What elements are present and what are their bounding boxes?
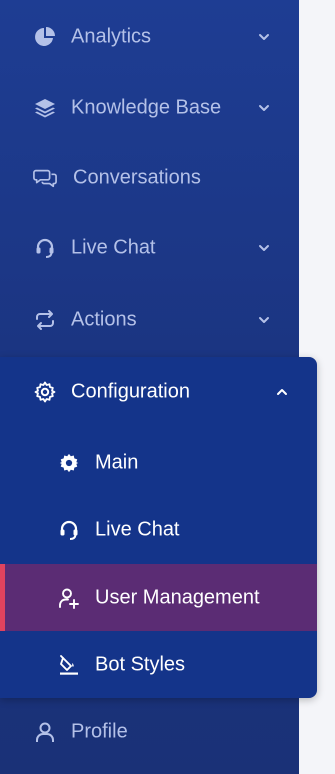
sidebar-item-actions[interactable]: Actions (0, 290, 299, 350)
submenu-item-live-chat[interactable]: Live Chat (0, 496, 317, 563)
headset-icon (33, 236, 57, 260)
chat-bubbles-icon (33, 166, 57, 190)
chevron-down-icon[interactable] (256, 312, 272, 328)
sidebar-item-label: Knowledge Base (71, 96, 222, 119)
submenu-item-user-management[interactable]: User Management (0, 564, 317, 631)
submenu-item-main[interactable]: Main (0, 429, 317, 496)
pie-chart-icon (33, 25, 57, 49)
chevron-down-icon[interactable] (256, 100, 272, 116)
sidebar-item-label: Live Chat (71, 236, 156, 259)
gear-icon (34, 381, 56, 403)
submenu-item-bot-styles[interactable]: Bot Styles (0, 631, 317, 698)
chevron-down-icon[interactable] (256, 29, 272, 45)
cog-solid-icon (57, 451, 81, 475)
sidebar-item-live-chat[interactable]: Live Chat (0, 218, 299, 278)
sidebar-item-label: Actions (71, 308, 137, 331)
sidebar-item-configuration[interactable]: Configuration (0, 357, 317, 427)
chevron-up-icon[interactable] (274, 384, 290, 400)
paint-bucket-icon (57, 653, 81, 677)
sidebar-item-analytics[interactable]: Analytics (0, 7, 299, 67)
configuration-submenu: Configuration Main Live Chat User Manage… (0, 357, 317, 698)
sidebar-item-label: Profile (71, 720, 128, 743)
user-icon (33, 720, 57, 744)
submenu-item-label: Live Chat (95, 518, 180, 540)
headset-icon (57, 518, 81, 542)
swap-arrows-icon (33, 308, 57, 332)
chevron-down-icon[interactable] (256, 240, 272, 256)
sidebar-item-label: Analytics (71, 25, 152, 48)
sidebar-item-knowledge-base[interactable]: Knowledge Base (0, 78, 299, 138)
sidebar-item-profile[interactable]: Profile (0, 702, 299, 762)
layers-icon (33, 96, 57, 120)
submenu-item-label: User Management (95, 586, 260, 608)
user-add-icon (57, 586, 81, 610)
sidebar-item-conversations[interactable]: Conversations (0, 148, 299, 208)
submenu-item-label: Main (95, 451, 139, 473)
sidebar-item-label: Configuration (71, 380, 190, 403)
submenu-item-label: Bot Styles (95, 653, 186, 675)
sidebar-item-label: Conversations (73, 166, 201, 189)
